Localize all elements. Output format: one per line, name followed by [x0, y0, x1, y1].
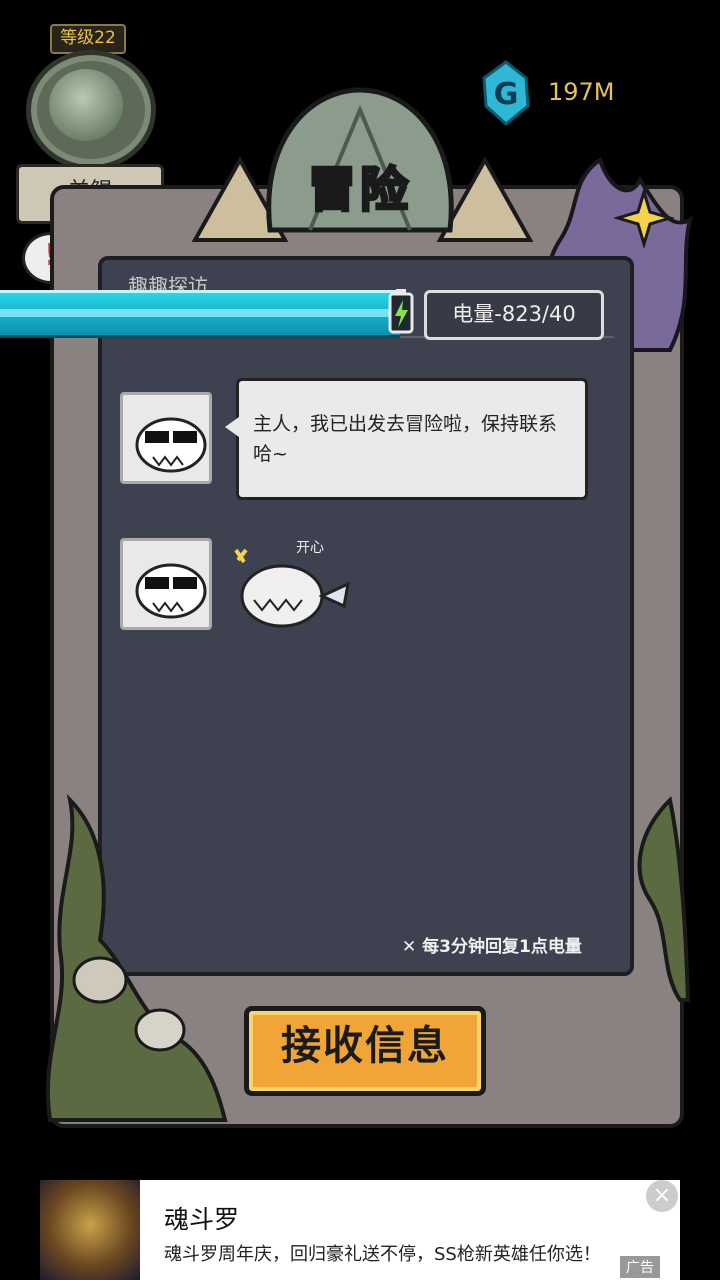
currency-amount: 197M [548, 78, 615, 106]
pet-avatar-image [49, 69, 123, 141]
chat-message-bubble: 主人，我已出发去冒险啦，保持联系哈~ [225, 378, 588, 500]
gem-currency-icon: G [482, 60, 530, 126]
chat-avatar [120, 392, 212, 484]
regen-text: 每3分钟回复1点电量 [422, 937, 582, 957]
ad-description: 魂斗罗周年庆，回归豪礼送不停，SS枪新英雄任你选！ [164, 1244, 601, 1265]
ad-banner[interactable]: 魂斗罗 魂斗罗周年庆，回归豪礼送不停，SS枪新英雄任你选！ × 广告 [40, 1180, 680, 1280]
coral-decoration-right [637, 795, 690, 1002]
screen-title: 冒险 [306, 161, 412, 220]
pet-avatar[interactable] [26, 50, 156, 170]
svg-text:G: G [494, 77, 519, 112]
sparkle-icon [614, 188, 674, 248]
energy-regen-note: ✕ 每3分钟回复1点电量 [402, 932, 582, 957]
sticker-label: 开心 [296, 540, 324, 556]
happy-fish-sticker: 开心 [234, 540, 350, 628]
energy-bar [0, 290, 400, 338]
energy-counter: 电量-823/40 [424, 290, 604, 340]
ad-title: 魂斗罗 [164, 1205, 240, 1234]
chat-message-text: 主人，我已出发去冒险啦，保持联系哈~ [253, 413, 558, 465]
ad-label: 广告 [620, 1256, 660, 1278]
coral-decoration-left [45, 793, 228, 1122]
ad-image [40, 1180, 140, 1280]
battery-icon [388, 289, 414, 334]
regen-icon: ✕ [402, 937, 417, 957]
chat-avatar [120, 538, 212, 630]
ad-close-icon[interactable]: × [646, 1180, 678, 1212]
receive-message-button[interactable]: 接收信息 [244, 1006, 486, 1096]
panel-header-text: 趣趣探访 [128, 274, 208, 292]
